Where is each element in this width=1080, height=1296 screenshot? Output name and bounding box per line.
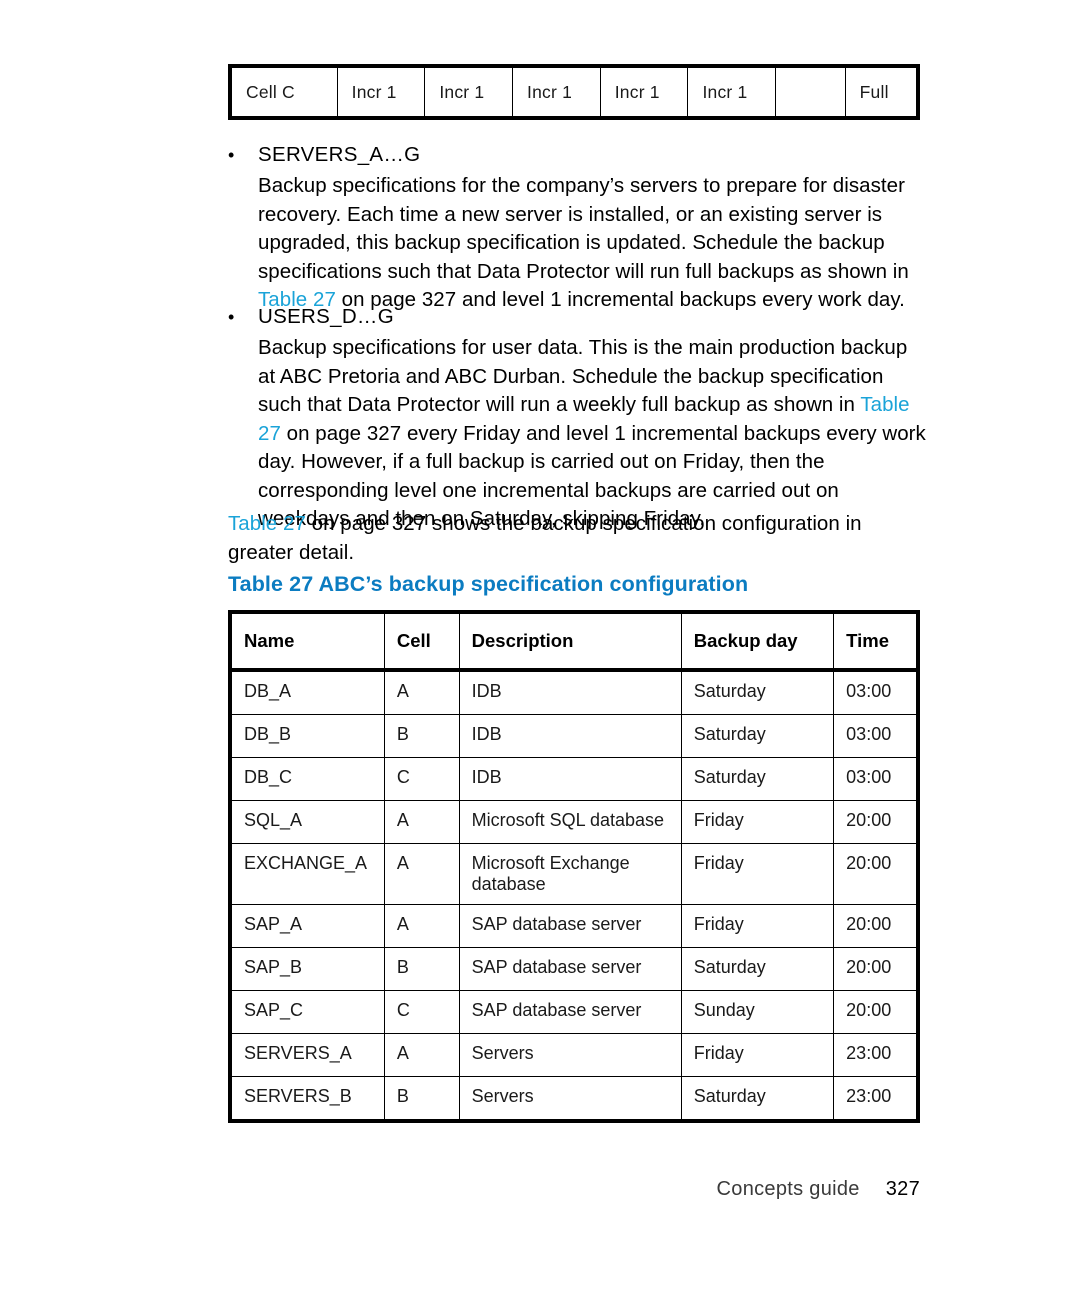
cell-description: IDB bbox=[458, 757, 682, 801]
cell-description: Servers bbox=[458, 1033, 682, 1077]
table-row: SQL_A A Microsoft SQL database Friday 20… bbox=[227, 800, 921, 844]
column-header-name: Name bbox=[227, 610, 385, 672]
table-row: DB_A A IDB Saturday 03:00 bbox=[227, 669, 921, 715]
cell-description: SAP database server bbox=[458, 990, 682, 1034]
incr-cell-2: Incr 1 bbox=[424, 64, 514, 120]
cell-time: 03:00 bbox=[833, 669, 921, 715]
table-row: DB_C C IDB Saturday 03:00 bbox=[227, 757, 921, 801]
cell-description: Microsoft SQL database bbox=[458, 800, 682, 844]
cell-time: 20:00 bbox=[833, 904, 921, 948]
incr-cell-3: Incr 1 bbox=[512, 64, 601, 120]
table-row: EXCHANGE_A A Microsoft Exchange database… bbox=[227, 843, 921, 905]
cell-description: Microsoft Exchange database bbox=[458, 843, 682, 905]
page-footer: Concepts guide 327 bbox=[228, 1178, 920, 1201]
table-row: DB_B B IDB Saturday 03:00 bbox=[227, 714, 921, 758]
footer-guide-label: Concepts guide bbox=[716, 1178, 860, 1200]
cell-time: 03:00 bbox=[833, 757, 921, 801]
cell-time: 20:00 bbox=[833, 990, 921, 1034]
bullet-paragraph-users: Backup specifications for user data. Thi… bbox=[258, 334, 930, 534]
document-page: Cell C Incr 1 Incr 1 Incr 1 Incr 1 Incr … bbox=[0, 0, 1080, 1296]
closing-paragraph: Table 27 on page 327 shows the backup sp… bbox=[228, 510, 928, 567]
table-row: SERVERS_A A Servers Friday 23:00 bbox=[227, 1033, 921, 1077]
cell-description: IDB bbox=[458, 669, 682, 715]
table-row: SAP_B B SAP database server Saturday 20:… bbox=[227, 947, 921, 991]
cell-description: IDB bbox=[458, 714, 682, 758]
cell-backup-day: Saturday bbox=[680, 1076, 835, 1123]
cell-cell: A bbox=[383, 669, 460, 715]
cell-cell: B bbox=[383, 1076, 460, 1123]
column-header-cell: Cell bbox=[383, 610, 460, 672]
column-header-time: Time bbox=[833, 610, 921, 672]
cell-cell: A bbox=[383, 904, 460, 948]
cell-name: SERVERS_A bbox=[227, 1033, 385, 1077]
table-row: Cell C Incr 1 Incr 1 Incr 1 Incr 1 Incr … bbox=[227, 64, 920, 120]
cell-name: DB_B bbox=[227, 714, 385, 758]
table-row: SERVERS_B B Servers Saturday 23:00 bbox=[227, 1076, 921, 1123]
cell-name: SAP_B bbox=[227, 947, 385, 991]
cell-name: DB_C bbox=[227, 757, 385, 801]
continued-schedule-table: Cell C Incr 1 Incr 1 Incr 1 Incr 1 Incr … bbox=[227, 64, 920, 120]
cell-backup-day: Friday bbox=[680, 1033, 835, 1077]
cell-time: 03:00 bbox=[833, 714, 921, 758]
incr-cell-5: Incr 1 bbox=[687, 64, 777, 120]
backup-specification-table: Name Cell Description Backup day Time DB… bbox=[227, 610, 921, 1123]
full-cell: Full bbox=[844, 64, 920, 120]
bullet-item-servers: • SERVERS_A…G bbox=[228, 140, 928, 170]
bullet-paragraph-servers: Backup specifications for the company’s … bbox=[258, 172, 930, 315]
bullet-heading-row: • USERS_D…G bbox=[228, 302, 928, 332]
table-header-row: Name Cell Description Backup day Time bbox=[227, 610, 921, 672]
cell-cell: A bbox=[383, 1033, 460, 1077]
cell-label: Cell C bbox=[227, 64, 338, 120]
empty-cell bbox=[775, 64, 846, 120]
cell-backup-day: Friday bbox=[680, 800, 835, 844]
cell-time: 23:00 bbox=[833, 1033, 921, 1077]
incr-cell-4: Incr 1 bbox=[599, 64, 689, 120]
cell-name: EXCHANGE_A bbox=[227, 843, 385, 905]
cell-name: SERVERS_B bbox=[227, 1076, 385, 1123]
cell-cell: C bbox=[383, 990, 460, 1034]
cell-backup-day: Saturday bbox=[680, 757, 835, 801]
cell-description: SAP database server bbox=[458, 947, 682, 991]
cell-backup-day: Friday bbox=[680, 843, 835, 905]
cell-cell: B bbox=[383, 714, 460, 758]
table-header: Name Cell Description Backup day Time bbox=[227, 610, 921, 672]
table-caption: Table 27 ABC’s backup specification conf… bbox=[228, 572, 749, 596]
cell-time: 20:00 bbox=[833, 947, 921, 991]
cell-backup-day: Saturday bbox=[680, 669, 835, 715]
table-row: SAP_C C SAP database server Sunday 20:00 bbox=[227, 990, 921, 1034]
table-27-link[interactable]: Table 27 bbox=[228, 512, 306, 535]
column-header-description: Description bbox=[458, 610, 682, 672]
paragraph-text-part: on page 327 shows the backup specificati… bbox=[228, 512, 862, 564]
incr-cell-1: Incr 1 bbox=[336, 64, 426, 120]
cell-time: 20:00 bbox=[833, 843, 921, 905]
bullet-title: SERVERS_A…G bbox=[258, 143, 421, 166]
footer-page-number: 327 bbox=[885, 1178, 920, 1200]
bullet-heading-row: • SERVERS_A…G bbox=[228, 140, 928, 170]
cell-time: 20:00 bbox=[833, 800, 921, 844]
column-header-backup-day: Backup day bbox=[680, 610, 835, 672]
bullet-marker-icon: • bbox=[228, 307, 235, 327]
cell-cell: B bbox=[383, 947, 460, 991]
bullet-marker-icon: • bbox=[228, 145, 235, 165]
cell-cell: A bbox=[383, 800, 460, 844]
table-row: SAP_A A SAP database server Friday 20:00 bbox=[227, 904, 921, 948]
paragraph-text-part: Backup specifications for user data. Thi… bbox=[258, 336, 908, 416]
cell-cell: C bbox=[383, 757, 460, 801]
cell-time: 23:00 bbox=[833, 1076, 921, 1123]
cell-name: DB_A bbox=[227, 669, 385, 715]
cell-backup-day: Friday bbox=[680, 904, 835, 948]
cell-description: Servers bbox=[458, 1076, 682, 1123]
cell-name: SAP_A bbox=[227, 904, 385, 948]
table-body: DB_A A IDB Saturday 03:00 DB_B B IDB Sat… bbox=[227, 669, 921, 1123]
cell-backup-day: Sunday bbox=[680, 990, 835, 1034]
bullet-item-users: • USERS_D…G bbox=[228, 302, 928, 332]
cell-backup-day: Saturday bbox=[680, 947, 835, 991]
cell-name: SAP_C bbox=[227, 990, 385, 1034]
cell-cell: A bbox=[383, 843, 460, 905]
cell-backup-day: Saturday bbox=[680, 714, 835, 758]
bullet-title: USERS_D…G bbox=[258, 305, 394, 328]
paragraph-text-part: Backup specifications for the company’s … bbox=[258, 174, 909, 283]
cell-description: SAP database server bbox=[458, 904, 682, 948]
cell-name: SQL_A bbox=[227, 800, 385, 844]
